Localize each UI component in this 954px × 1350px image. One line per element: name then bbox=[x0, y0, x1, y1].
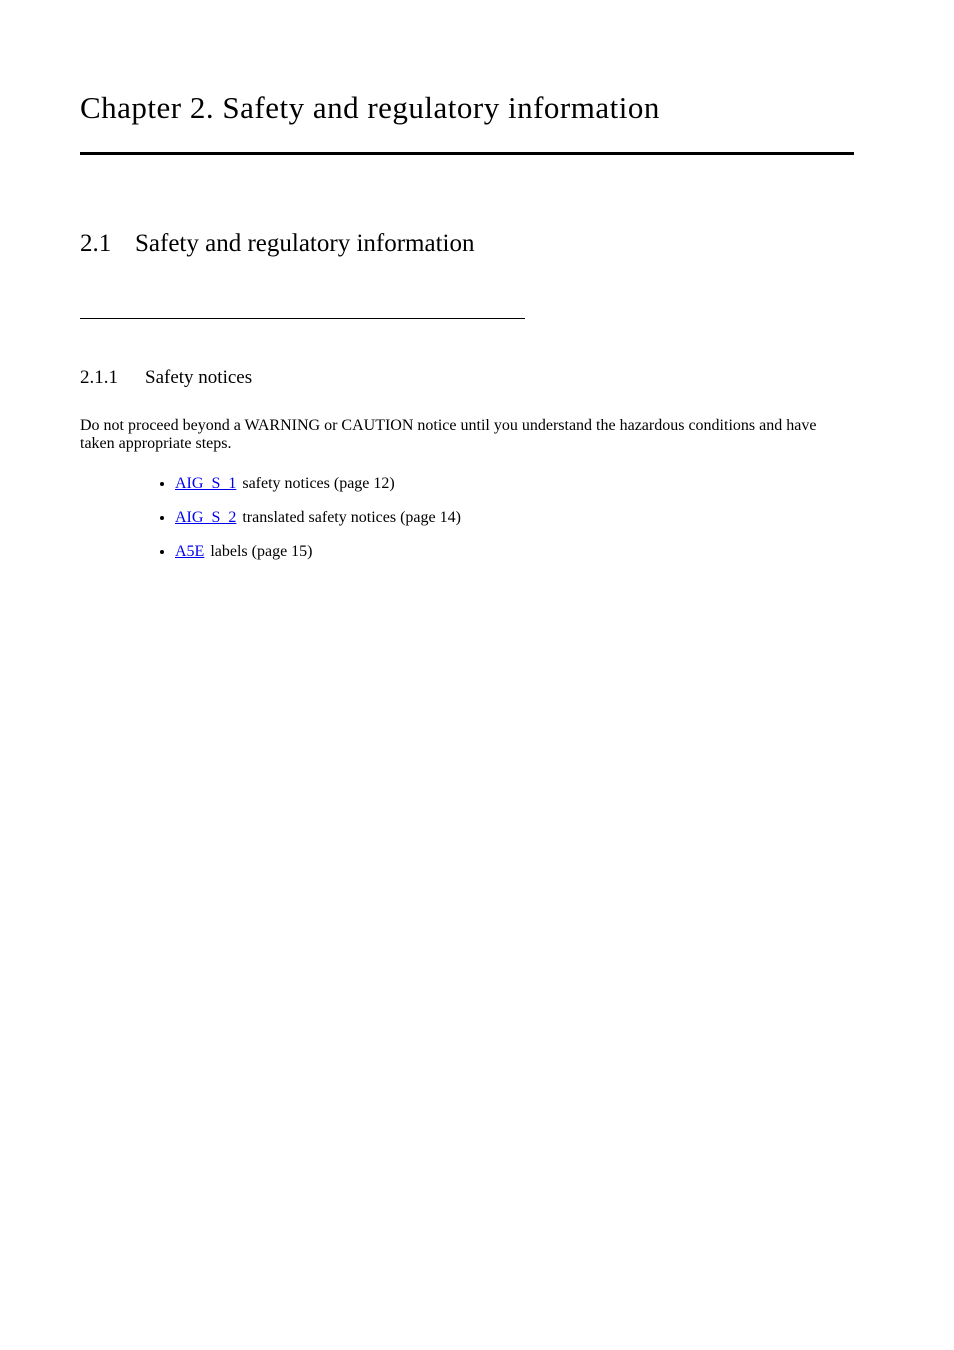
body-paragraph: Do not proceed beyond a WARNING or CAUTI… bbox=[80, 417, 854, 453]
reference-list-item: AIG_S_1 safety notices (page 12) bbox=[175, 475, 854, 493]
reference-link[interactable]: A5E bbox=[175, 543, 204, 560]
section-horizontal-rule bbox=[80, 318, 525, 319]
reference-link[interactable]: AIG_S_1 bbox=[175, 475, 236, 492]
reference-list-item: AIG_S_2 translated safety notices (page 1… bbox=[175, 509, 854, 527]
reference-text: translated safety notices (page 14) bbox=[242, 509, 461, 526]
section-heading-2: 2.1.1Safety notices bbox=[80, 367, 854, 389]
section-number-1: 2.1 bbox=[80, 230, 135, 258]
reference-text: safety notices (page 12) bbox=[242, 475, 394, 492]
reference-link[interactable]: AIG_S_2 bbox=[175, 509, 236, 526]
chapter-title: Chapter 2. Safety and regulatory informa… bbox=[80, 90, 854, 126]
section-title-2: Safety notices bbox=[145, 367, 252, 388]
title-horizontal-rule bbox=[80, 152, 854, 155]
reference-text: labels (page 15) bbox=[210, 543, 312, 560]
section-heading-1: 2.1Safety and regulatory information bbox=[80, 230, 854, 258]
reference-list-item: A5E labels (page 15) bbox=[175, 543, 854, 561]
section-number-2: 2.1.1 bbox=[80, 367, 145, 389]
reference-list: AIG_S_1 safety notices (page 12) AIG_S_2 t… bbox=[175, 475, 854, 561]
section-title-1: Safety and regulatory information bbox=[135, 230, 474, 257]
